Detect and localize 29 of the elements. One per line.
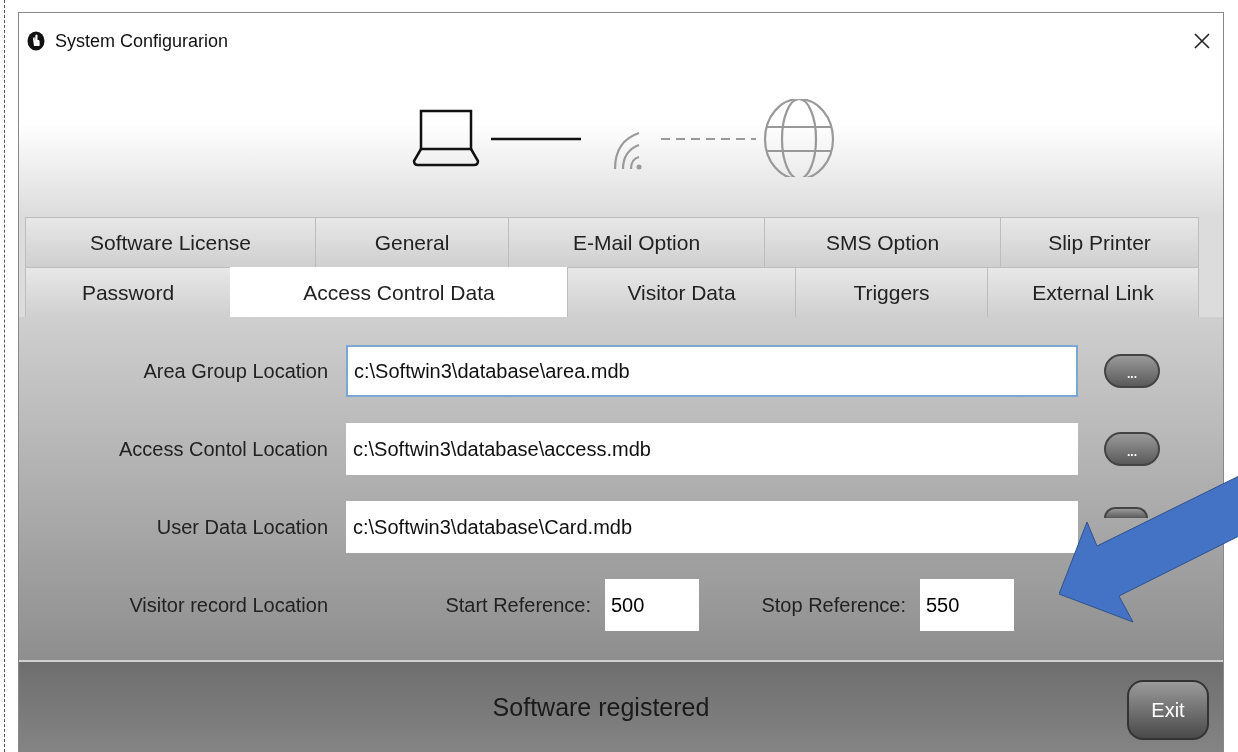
field-label: Access Contol Location xyxy=(118,437,328,461)
browse-button[interactable] xyxy=(1104,507,1148,518)
tab[interactable]: General xyxy=(315,217,509,268)
exit-button[interactable]: Exit xyxy=(1127,680,1209,740)
tab[interactable]: Visitor Data xyxy=(567,267,796,318)
tab[interactable]: Slip Printer xyxy=(1000,217,1199,268)
window-title: System Configurarion xyxy=(55,30,230,52)
field-label: Start Reference: xyxy=(444,593,591,617)
browse-button[interactable]: ... xyxy=(1104,354,1160,388)
field-label: Visitor record Location xyxy=(128,593,328,617)
stop-reference-field[interactable]: 550 xyxy=(920,579,1014,631)
path-field[interactable]: c:\Softwin3\database\access.mdb xyxy=(346,423,1078,475)
tab[interactable]: SMS Option xyxy=(764,217,1001,268)
path-field[interactable]: c:\Softwin3\database\Card.mdb xyxy=(346,501,1078,553)
tab[interactable]: Access Control Data xyxy=(230,267,568,318)
tab[interactable]: Software License xyxy=(25,217,316,268)
close-icon[interactable] xyxy=(1193,32,1211,50)
tab[interactable]: External Link xyxy=(987,267,1199,318)
status-text: Software registered xyxy=(492,692,710,722)
tab[interactable]: E-Mail Option xyxy=(508,217,765,268)
start-reference-field[interactable]: 500 xyxy=(605,579,699,631)
tab[interactable]: Password xyxy=(25,267,231,318)
field-label: User Data Location xyxy=(155,515,328,539)
tab[interactable]: Triggers xyxy=(795,267,988,318)
path-field[interactable]: c:\Softwin3\database\area.mdb xyxy=(346,345,1078,397)
field-label: Area Group Location xyxy=(142,359,328,383)
hand-icon xyxy=(27,31,45,51)
browse-button[interactable]: ... xyxy=(1104,432,1160,466)
field-label: Stop Reference: xyxy=(760,593,906,617)
